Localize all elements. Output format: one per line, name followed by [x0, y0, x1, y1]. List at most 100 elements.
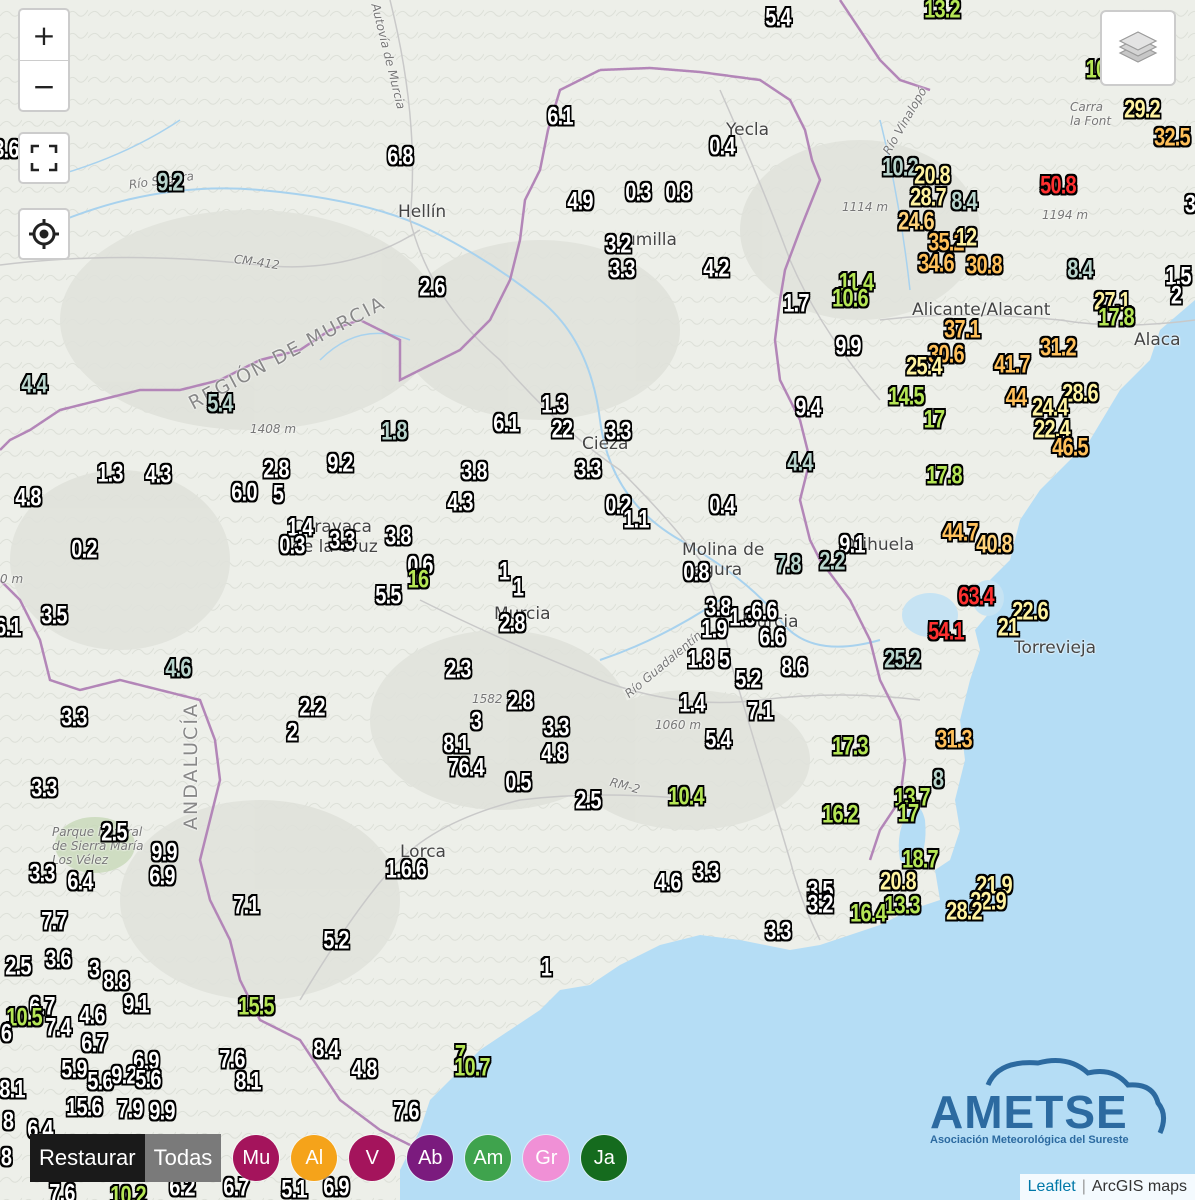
rainfall-value[interactable]: 2.2: [299, 695, 325, 721]
province-button-ab[interactable]: Ab: [407, 1135, 454, 1181]
rainfall-value[interactable]: 44: [1006, 385, 1027, 411]
rainfall-value[interactable]: 6.1: [547, 104, 573, 130]
rainfall-value[interactable]: 17.8: [926, 463, 963, 489]
rainfall-value[interactable]: 54.1: [928, 619, 965, 645]
rainfall-value[interactable]: 6.1: [493, 411, 519, 437]
zoom-out-button[interactable]: −: [20, 61, 68, 111]
rainfall-value[interactable]: 5.2: [735, 667, 761, 693]
province-button-ja[interactable]: Ja: [581, 1135, 628, 1181]
fullscreen-button[interactable]: [18, 132, 70, 184]
rainfall-value[interactable]: 34.6: [918, 251, 955, 277]
rainfall-value[interactable]: 8.1: [0, 1077, 26, 1103]
rainfall-value[interactable]: 5.2: [323, 928, 349, 954]
rainfall-value[interactable]: 9.9: [149, 1099, 175, 1125]
rainfall-value[interactable]: 63.4: [958, 584, 995, 610]
rainfall-value[interactable]: 5.4: [705, 727, 731, 753]
rainfall-value[interactable]: 3: [471, 709, 482, 735]
rainfall-value[interactable]: 16.4: [850, 901, 887, 927]
rainfall-value[interactable]: 15.5: [238, 994, 275, 1020]
rainfall-value[interactable]: 6.9: [149, 864, 175, 890]
rainfall-value[interactable]: 4.8: [351, 1057, 377, 1083]
rainfall-value[interactable]: 3: [89, 957, 100, 983]
rainfall-value[interactable]: 5.6: [87, 1069, 113, 1095]
rainfall-value[interactable]: 10.4: [668, 784, 705, 810]
rainfall-value[interactable]: 0.4: [709, 493, 735, 519]
rainfall-value[interactable]: 10.6: [832, 286, 869, 312]
rainfall-value[interactable]: 0.2: [71, 537, 97, 563]
rainfall-value[interactable]: 1.8: [687, 647, 713, 673]
rainfall-value[interactable]: 3.3: [765, 919, 791, 945]
locate-button[interactable]: [18, 208, 70, 260]
rainfall-value[interactable]: 3.3: [29, 861, 55, 887]
rainfall-value[interactable]: 30.8: [966, 253, 1003, 279]
zoom-in-button[interactable]: +: [20, 10, 68, 61]
layers-button[interactable]: [1100, 10, 1176, 86]
rainfall-value[interactable]: 6.4: [67, 869, 93, 895]
rainfall-value[interactable]: 7.7: [41, 909, 67, 935]
rainfall-value[interactable]: 9.2: [111, 1063, 137, 1089]
rainfall-value[interactable]: 1: [541, 955, 552, 981]
map-canvas[interactable]: Hellín Yecla Jumilla Cieza Molina de Segura M…: [0, 0, 1195, 1200]
rainfall-value[interactable]: 4.6: [79, 1003, 105, 1029]
rainfall-value[interactable]: 5.5: [375, 583, 401, 609]
rainfall-value[interactable]: 2.8: [499, 611, 525, 637]
rainfall-value[interactable]: 6.1: [0, 615, 22, 641]
rainfall-value[interactable]: 3.3: [575, 457, 601, 483]
rainfall-value[interactable]: 4.3: [447, 490, 473, 516]
leaflet-link[interactable]: Leaflet: [1028, 1178, 1076, 1196]
rainfall-value[interactable]: 5: [719, 647, 730, 673]
rainfall-value[interactable]: 7.6: [49, 1181, 75, 1200]
rainfall-value[interactable]: 6: [1, 1021, 12, 1047]
rainfall-value[interactable]: 3.6: [0, 137, 20, 163]
rainfall-value[interactable]: 2.6: [419, 275, 445, 301]
rainfall-value[interactable]: 46.5: [1052, 435, 1089, 461]
rainfall-value[interactable]: 7.9: [117, 1097, 143, 1123]
rainfall-value[interactable]: 3.3: [693, 860, 719, 886]
rainfall-value[interactable]: 1.1: [623, 507, 649, 533]
rainfall-value[interactable]: 5.4: [207, 391, 233, 417]
rainfall-value[interactable]: 28.2: [946, 899, 983, 925]
rainfall-value[interactable]: 16.2: [822, 802, 859, 828]
rainfall-value[interactable]: 9.2: [157, 170, 183, 196]
rainfall-value[interactable]: 7.1: [747, 699, 773, 725]
rainfall-value[interactable]: 22: [552, 417, 573, 443]
rainfall-value[interactable]: 25.2: [884, 647, 921, 673]
rainfall-value[interactable]: 9.2: [327, 451, 353, 477]
rainfall-value[interactable]: 2.5: [101, 820, 127, 846]
rainfall-value[interactable]: 14.5: [888, 384, 925, 410]
rainfall-value[interactable]: 8.4: [1067, 257, 1093, 283]
rainfall-value[interactable]: 31.3: [936, 727, 973, 753]
rainfall-value[interactable]: 13.3: [884, 893, 921, 919]
rainfall-value[interactable]: 4.6: [165, 656, 191, 682]
rainfall-value[interactable]: 8.1: [235, 1069, 261, 1095]
rainfall-value[interactable]: 1: [513, 575, 524, 601]
rainfall-value[interactable]: 2: [287, 720, 298, 746]
rainfall-value[interactable]: 3.3: [609, 257, 635, 283]
rainfall-value[interactable]: 6.8: [387, 144, 413, 170]
rainfall-value[interactable]: 44.7: [942, 520, 979, 546]
rainfall-value[interactable]: 1.9: [701, 617, 727, 643]
rainfall-value[interactable]: 5.4: [765, 5, 791, 31]
rainfall-value[interactable]: 9.1: [123, 992, 149, 1018]
rainfall-value[interactable]: 8: [3, 1109, 14, 1135]
rainfall-value[interactable]: 37.1: [944, 317, 981, 343]
rainfall-value[interactable]: 8: [933, 767, 944, 793]
rainfall-value[interactable]: 4.4: [21, 372, 47, 398]
rainfall-value[interactable]: 1.3: [97, 461, 123, 487]
rainfall-value[interactable]: 2.2: [819, 549, 845, 575]
province-button-al[interactable]: Al: [291, 1135, 338, 1181]
rainfall-value[interactable]: 1.6.6: [386, 857, 427, 883]
province-button-v[interactable]: V: [349, 1135, 396, 1181]
rainfall-value[interactable]: 4.8: [15, 485, 41, 511]
rainfall-value[interactable]: 4.2: [703, 256, 729, 282]
rainfall-value[interactable]: 2.5: [5, 954, 31, 980]
rainfall-value[interactable]: 5.6: [135, 1067, 161, 1093]
rainfall-value[interactable]: 5: [273, 482, 284, 508]
rainfall-value[interactable]: 3.3: [61, 705, 87, 731]
rainfall-value[interactable]: 3.5: [41, 603, 67, 629]
rainfall-value[interactable]: 31.2: [1040, 335, 1077, 361]
rainfall-value[interactable]: 6.6: [751, 599, 777, 625]
rainfall-value[interactable]: 13.2: [924, 0, 961, 23]
rainfall-value[interactable]: 76.4: [448, 755, 485, 781]
rainfall-value[interactable]: 3.3: [329, 528, 355, 554]
